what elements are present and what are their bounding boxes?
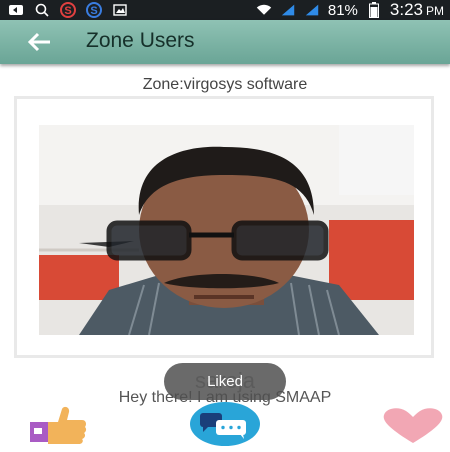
signal-icon bbox=[280, 2, 296, 18]
chat-bubble-icon bbox=[190, 402, 260, 446]
wifi-icon bbox=[256, 2, 272, 18]
status-bar: S S 81% 3:23 PM bbox=[0, 0, 450, 20]
favorite-button[interactable] bbox=[380, 407, 446, 445]
clock-ampm: PM bbox=[426, 4, 444, 18]
arrow-left-icon bbox=[27, 32, 50, 52]
thumbs-up-icon bbox=[30, 406, 87, 444]
image-icon bbox=[112, 2, 128, 18]
notification-icons: S S bbox=[8, 2, 128, 18]
clock-time: 3:23 bbox=[389, 0, 423, 19]
profile-card bbox=[14, 96, 434, 358]
page-title: Zone Users bbox=[86, 29, 195, 52]
svg-text:S: S bbox=[64, 5, 71, 17]
signal-icon bbox=[304, 2, 320, 18]
s-app-icon: S bbox=[86, 2, 102, 18]
toast-text: Liked bbox=[207, 373, 243, 390]
like-button[interactable] bbox=[28, 406, 88, 446]
usb-icon bbox=[8, 2, 24, 18]
profile-photo[interactable] bbox=[39, 125, 414, 335]
battery-icon bbox=[366, 2, 382, 18]
app-bar: Zone Users bbox=[0, 20, 450, 64]
back-button[interactable] bbox=[24, 30, 54, 54]
zone-label: Zone:virgosys software bbox=[142, 76, 308, 93]
svg-text:S: S bbox=[90, 5, 97, 17]
battery-percent: 81% bbox=[327, 1, 358, 19]
s-app-icon: S bbox=[60, 2, 76, 18]
heart-icon bbox=[383, 408, 443, 443]
search-icon bbox=[34, 2, 50, 18]
toast-message: Liked bbox=[164, 363, 286, 400]
system-indicators: 81% 3:23 PM bbox=[256, 0, 444, 20]
chat-button[interactable] bbox=[189, 401, 261, 447]
